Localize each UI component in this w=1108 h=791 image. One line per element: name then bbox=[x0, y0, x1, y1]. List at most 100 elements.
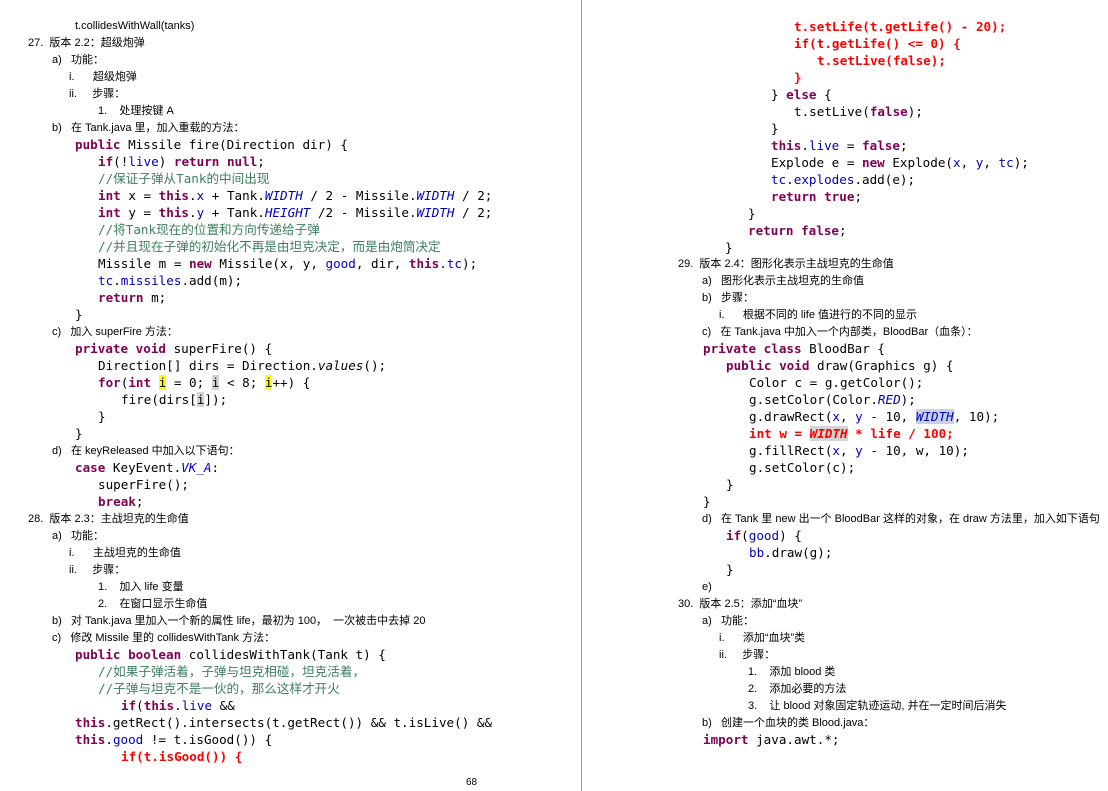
text-segment: 28. 版本 2.3：主战坦克的生命值 bbox=[28, 513, 189, 525]
text-segment: WIDTH bbox=[416, 188, 455, 203]
text-segment: t.setLive(false); bbox=[817, 53, 946, 68]
code-line: g.setColor(Color.RED); bbox=[749, 391, 916, 408]
text-segment: //将Tank现在的位置和方向传递给子弹 bbox=[98, 222, 320, 237]
text-line: e) bbox=[702, 580, 712, 594]
left-page-column: t.collidesWithWall(tanks) 27. 版本 2.2：超级炮弹… bbox=[0, 0, 581, 791]
text-segment: bb bbox=[749, 545, 765, 560]
code-line: } bbox=[98, 408, 106, 425]
text-segment: . bbox=[189, 205, 197, 220]
text-segment: good bbox=[112, 732, 144, 747]
text-segment: fire(dirs[ bbox=[121, 392, 197, 407]
text-segment: g.setColor(c); bbox=[749, 460, 856, 475]
text-segment: Explode e = bbox=[771, 155, 862, 170]
text-segment: , bbox=[960, 155, 976, 170]
text-segment: Direction[] dirs = Direction. bbox=[98, 358, 318, 373]
text-segment: superFire(); bbox=[98, 477, 189, 492]
text-line: t.collidesWithWall(tanks) bbox=[75, 19, 194, 33]
text-segment: * life / 100; bbox=[847, 426, 954, 441]
text-segment: } bbox=[726, 562, 734, 577]
text-segment: public bbox=[726, 358, 772, 373]
text-segment: Color c = g.getColor(); bbox=[749, 375, 924, 390]
text-line: b) 步骤： bbox=[702, 291, 754, 305]
text-segment bbox=[772, 358, 780, 373]
code-line: } bbox=[75, 425, 83, 442]
code-line: if(this.live && bbox=[121, 697, 235, 714]
code-line: g.setColor(c); bbox=[749, 459, 855, 476]
text-line: ii. 步骤： bbox=[69, 87, 125, 101]
text-segment: , 10); bbox=[953, 409, 1000, 424]
text-line: i. 添加“血块”类 bbox=[719, 631, 805, 645]
code-line: t.setLife(t.getLife() - 20); bbox=[794, 18, 1006, 35]
text-segment: break bbox=[98, 494, 136, 509]
text-segment: 27. 版本 2.2：超级炮弹 bbox=[28, 37, 145, 49]
text-segment: Missile m = bbox=[98, 256, 189, 271]
text-segment: false bbox=[862, 138, 900, 153]
text-segment: && bbox=[212, 698, 235, 713]
text-segment: this bbox=[408, 256, 440, 271]
text-segment: i. 根据不同的 life 值进行的不同的显示 bbox=[719, 309, 918, 321]
code-line: int w = WIDTH * life / 100; bbox=[749, 425, 954, 442]
text-segment: HEIGHT bbox=[264, 205, 311, 220]
text-line: c) 加入 superFire 方法： bbox=[52, 325, 178, 339]
text-segment: tc bbox=[446, 256, 463, 271]
code-line: Direction[] dirs = Direction.values(); bbox=[98, 357, 386, 374]
text-segment: , dir, bbox=[355, 256, 409, 271]
text-segment: b) 对 Tank.java 里加入一个新的属性 life，最初为 100， 一… bbox=[52, 615, 426, 627]
text-segment: live bbox=[181, 698, 213, 713]
text-segment: . bbox=[174, 698, 182, 713]
text-line: c) 在 Tank.java 中加入一个内部类，BloodBar（血条）： bbox=[702, 325, 978, 339]
text-segment: ); bbox=[1013, 155, 1029, 170]
text-line: 1. 加入 life 变量 bbox=[98, 580, 184, 594]
text-segment: int bbox=[128, 375, 152, 390]
code-line: return false; bbox=[748, 222, 847, 239]
text-line: b) 在 Tank.java 里，加入重载的方法： bbox=[52, 121, 245, 135]
text-segment: int bbox=[98, 205, 121, 220]
code-line: } bbox=[75, 306, 83, 323]
text-segment: != t.isGood()) { bbox=[143, 732, 273, 747]
text-segment: Missile fire(Direction dir) { bbox=[120, 137, 348, 152]
text-line: d) 在 Tank 里 new 出一个 BloodBar 这样的对象，在 dra… bbox=[702, 512, 1100, 526]
text-segment: 29. 版本 2.4：图形化表示主战坦克的生命值 bbox=[678, 258, 894, 270]
text-segment: tc bbox=[98, 273, 114, 288]
text-segment: / 2; bbox=[454, 188, 493, 203]
text-segment: x bbox=[832, 409, 840, 424]
code-line: case KeyEvent.VK_A: bbox=[75, 459, 219, 476]
code-line: //并且现在子弹的初始化不再是由坦克决定，而是由炮筒决定 bbox=[98, 238, 441, 255]
code-line: } else { bbox=[771, 86, 832, 103]
text-segment: .draw(g); bbox=[764, 545, 833, 560]
text-segment bbox=[128, 341, 136, 356]
text-segment: BloodBar { bbox=[801, 341, 885, 356]
text-line: a) 图形化表示主战坦克的生命值 bbox=[702, 274, 864, 288]
code-line: t.setLive(false); bbox=[794, 103, 923, 120]
code-line: this.getRect().intersects(t.getRect()) &… bbox=[75, 714, 492, 731]
text-line: 29. 版本 2.4：图形化表示主战坦克的生命值 bbox=[678, 257, 894, 271]
code-line: //子弹与坦克不是一伙的，那么这样才开火 bbox=[98, 680, 340, 697]
text-segment: c) 修改 Missile 里的 collidesWithTank 方法： bbox=[52, 632, 276, 644]
text-segment: t.setLive( bbox=[794, 104, 870, 119]
text-line: 27. 版本 2.2：超级炮弹 bbox=[28, 36, 145, 50]
text-segment: //如果子弹活着，子弹与坦克相碰，坦克活着， bbox=[98, 664, 366, 679]
text-segment: a) 功能： bbox=[52, 530, 104, 542]
code-line: this.live = false; bbox=[771, 137, 908, 154]
text-segment: x = bbox=[120, 188, 159, 203]
text-segment: e) bbox=[702, 581, 712, 593]
text-segment: y bbox=[855, 409, 863, 424]
text-segment: ++) { bbox=[272, 375, 311, 390]
text-segment: ii. 步骤： bbox=[69, 88, 126, 100]
text-segment: ; bbox=[899, 138, 908, 153]
text-segment: } bbox=[75, 307, 83, 322]
text-segment: //保证子弹从Tank的中间出现 bbox=[98, 171, 270, 186]
text-segment: class bbox=[763, 341, 802, 356]
code-line: return true; bbox=[771, 188, 862, 205]
text-segment: } bbox=[75, 426, 83, 441]
code-line: private void superFire() { bbox=[75, 340, 272, 357]
text-segment: case bbox=[75, 460, 106, 475]
text-segment: public bbox=[75, 647, 121, 662]
text-segment: import bbox=[703, 732, 749, 747]
code-line: } bbox=[771, 120, 779, 137]
text-segment: tc bbox=[771, 172, 787, 187]
text-segment: this bbox=[158, 205, 190, 220]
code-line: t.setLive(false); bbox=[817, 52, 946, 69]
text-line: a) 功能： bbox=[702, 614, 754, 628]
text-segment: = 0; bbox=[166, 375, 212, 390]
